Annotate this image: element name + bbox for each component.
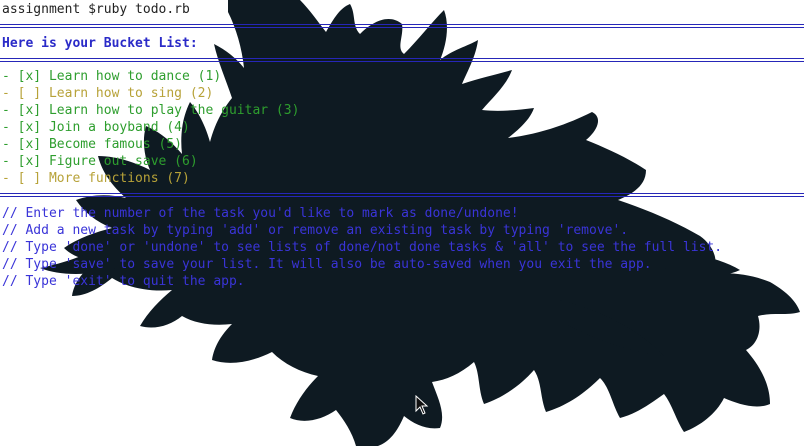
command-prompt: assignment $ruby todo.rb [2,2,190,17]
task-item: - [ ] Learn how to sing (2) [2,86,214,101]
terminal-window[interactable]: assignment $ruby todo.rb Here is your Bu… [0,0,804,446]
instruction-line: // Add a new task by typing 'add' or rem… [2,223,629,238]
instruction-line: // Type 'save' to save your list. It wil… [2,257,652,272]
task-item: - [x] Join a boyband (4) [2,120,190,135]
task-item: - [x] Learn how to play the guitar (3) [2,103,300,118]
instruction-line: // Enter the number of the task you'd li… [2,206,519,221]
task-item: - [x] Learn how to dance (1) [2,69,222,84]
divider [0,193,804,197]
divider [0,58,804,62]
task-item: - [x] Figure out save (6) [2,154,198,169]
task-item: - [x] Become famous (5) [2,137,183,152]
instruction-line: // Type 'done' or 'undone' to see lists … [2,240,723,255]
mouse-pointer-icon [415,395,429,415]
task-item: - [ ] More functions (7) [2,171,190,186]
instruction-line: // Type 'exit' to quit the app. [2,274,245,289]
divider [0,24,804,28]
list-header: Here is your Bucket List: [2,36,198,51]
